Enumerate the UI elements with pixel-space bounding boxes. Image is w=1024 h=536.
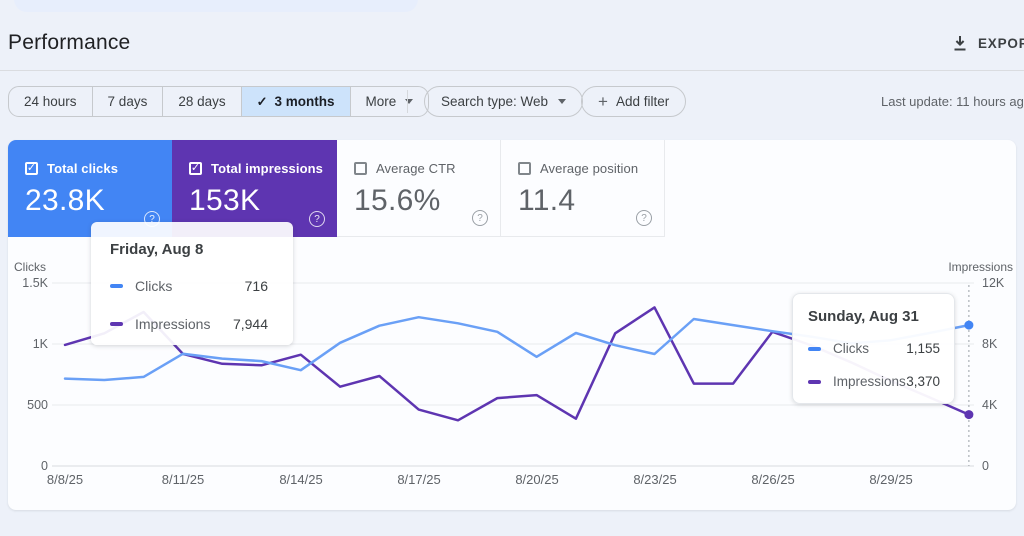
date-range-segmented-control: 24 hours 7 days 28 days ✓ 3 months More — [8, 86, 430, 117]
filter-separator — [407, 90, 408, 113]
tooltip-series-value: 3,370 — [906, 374, 940, 389]
checkbox-average-ctr[interactable] — [354, 162, 367, 175]
range-3-months[interactable]: ✓ 3 months — [241, 87, 351, 116]
metric-label: Total impressions — [211, 161, 323, 176]
tooltip-series-value: 1,155 — [906, 341, 940, 356]
checkbox-total-clicks[interactable]: ✓ — [25, 162, 38, 175]
metric-label: Average position — [540, 161, 639, 176]
caret-down-icon — [558, 99, 567, 104]
metric-value: 15.6% — [354, 184, 441, 217]
last-update-text: Last update: 11 hours ago — [881, 94, 1024, 109]
tooltip-title: Friday, Aug 8 — [110, 241, 204, 258]
tooltip-series-label: Impressions — [833, 374, 906, 389]
clicks-swatch-icon — [110, 284, 123, 288]
export-button[interactable]: EXPORT — [952, 32, 1024, 54]
range-7-days[interactable]: 7 days — [93, 87, 164, 116]
tooltip-series-label: Clicks — [135, 278, 173, 294]
impressions-swatch-icon — [808, 379, 821, 384]
chart-tooltip-aug8: Friday, Aug 8 Clicks 716 Impressions 7,9… — [91, 222, 293, 345]
metric-label: Total clicks — [47, 161, 119, 176]
top-panel-edge — [14, 0, 418, 12]
export-label: EXPORT — [978, 35, 1024, 51]
metric-tile-average-ctr[interactable]: Average CTR 15.6% ? — [337, 140, 501, 237]
impressions-swatch-icon — [110, 322, 123, 326]
checkbox-total-impressions[interactable]: ✓ — [189, 162, 202, 175]
tooltip-series-value: 7,944 — [232, 316, 268, 332]
page-title: Performance — [8, 31, 131, 54]
range-28-days[interactable]: 28 days — [163, 87, 242, 116]
metric-value: 11.4 — [518, 184, 576, 217]
metric-tile-average-position[interactable]: Average position 11.4 ? — [501, 140, 665, 237]
help-icon[interactable]: ? — [309, 211, 325, 227]
metric-value: 23.8K — [25, 184, 105, 217]
tooltip-series-label: Clicks — [833, 341, 869, 356]
range-more-dropdown[interactable]: More — [351, 87, 429, 116]
chart-tooltip-aug31: Sunday, Aug 31 Clicks 1,155 Impressions … — [792, 293, 955, 404]
download-icon — [952, 35, 968, 52]
search-type-dropdown[interactable]: Search type: Web — [424, 86, 584, 117]
help-icon[interactable]: ? — [472, 210, 488, 226]
range-24-hours[interactable]: 24 hours — [9, 87, 93, 116]
checkbox-average-position[interactable] — [518, 162, 531, 175]
metric-value: 153K — [189, 184, 261, 217]
tooltip-series-value: 716 — [244, 278, 268, 294]
tooltip-title: Sunday, Aug 31 — [808, 308, 919, 325]
clicks-swatch-icon — [808, 346, 821, 351]
check-icon: ✓ — [256, 93, 268, 109]
plus-icon: + — [598, 92, 608, 111]
add-filter-button[interactable]: + Add filter — [581, 86, 687, 117]
help-icon[interactable]: ? — [636, 210, 652, 226]
tooltip-series-label: Impressions — [135, 316, 211, 332]
header-divider — [0, 70, 1024, 71]
metric-label: Average CTR — [376, 161, 456, 176]
